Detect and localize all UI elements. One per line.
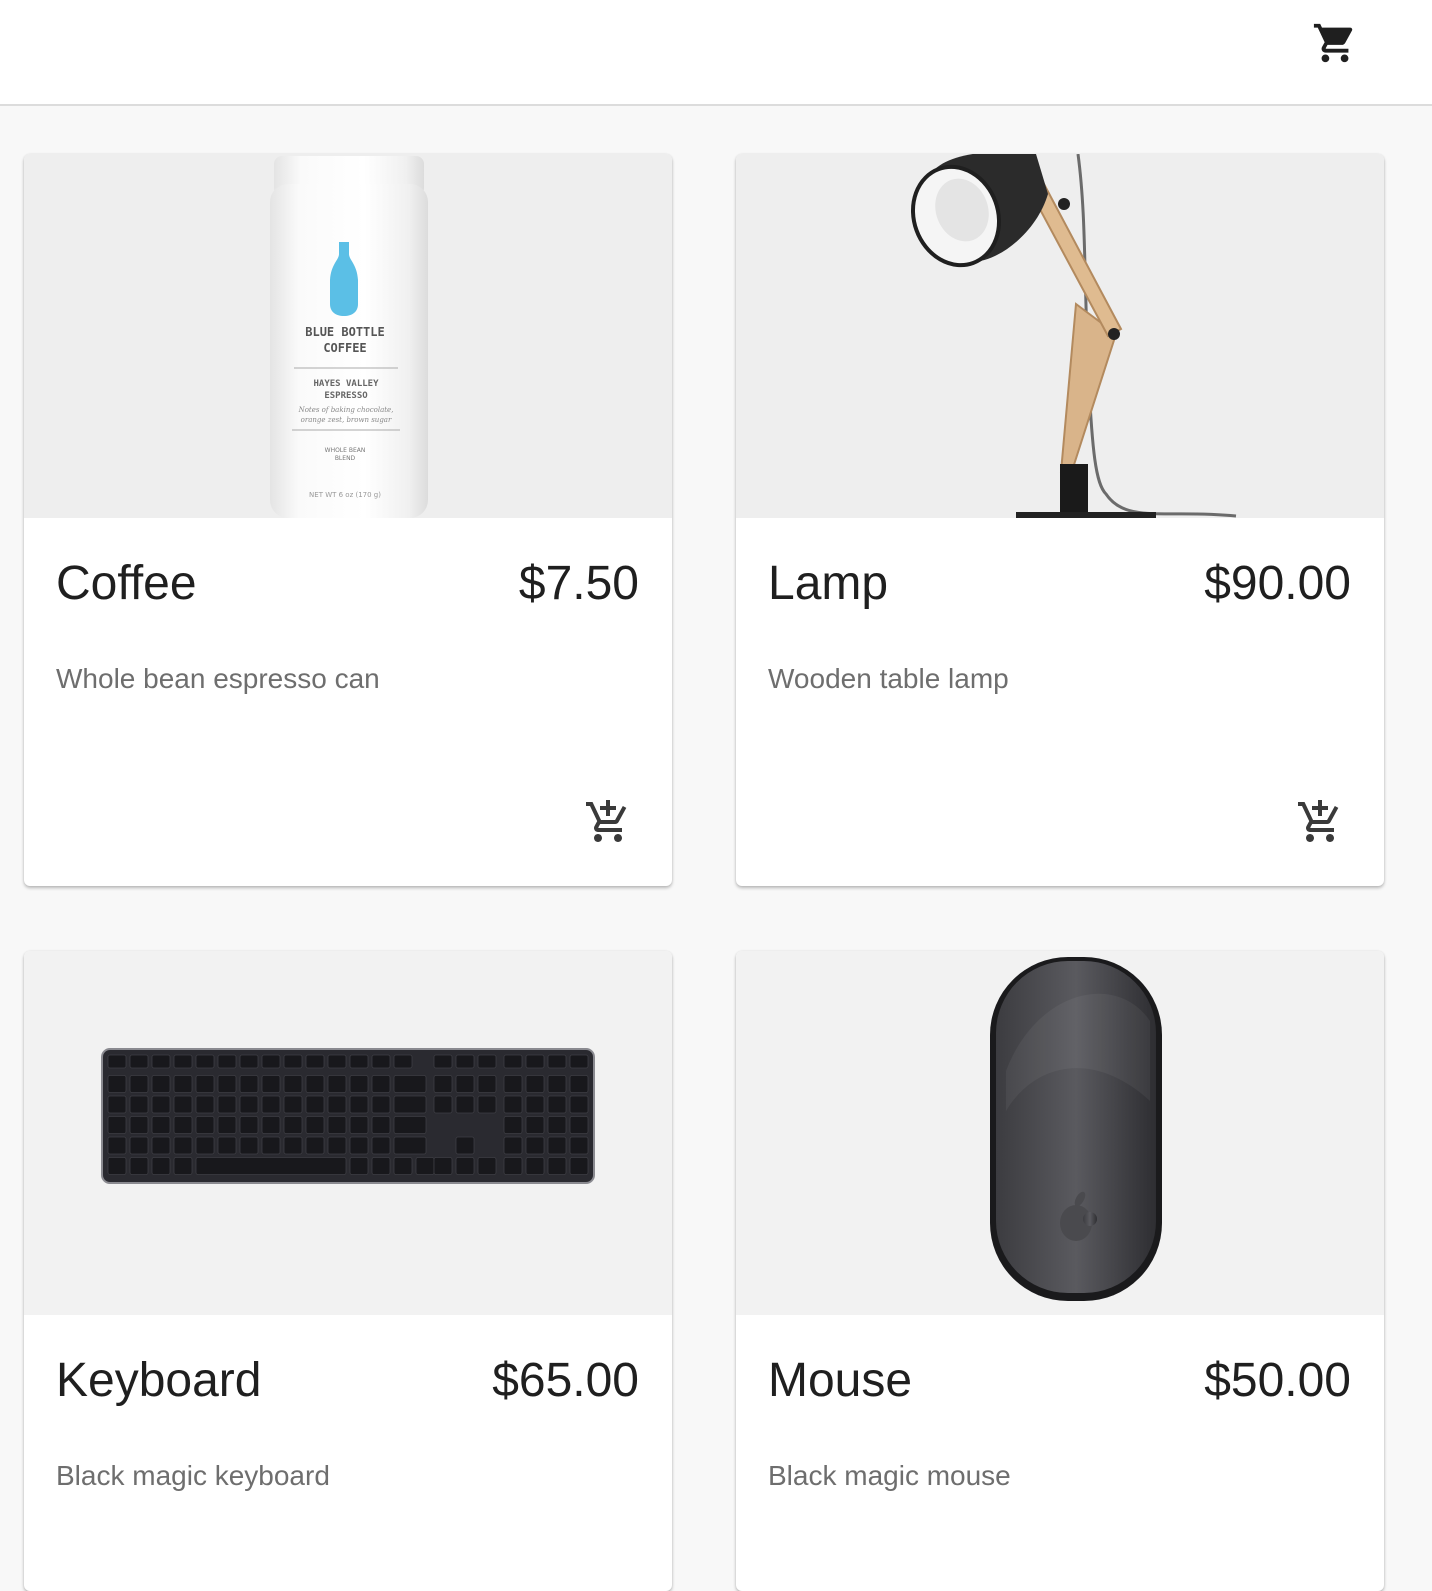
coffee-blend-text-2: ESPRESSO [324,391,368,401]
shopping-cart-icon [1313,23,1353,63]
add-to-cart-button[interactable] [580,794,636,850]
coffee-type-text-1: WHOLE BEAN [325,447,366,454]
product-image-coffee: BLUE BOTTLE COFFEE HAYES VALLEY ESPRESSO… [24,154,672,518]
coffee-blend-text-1: HAYES VALLEY [313,379,379,389]
product-name: Keyboard [56,1354,262,1407]
product-description: Whole bean espresso can [56,663,380,694]
product-description: Black magic mouse [768,1460,1011,1491]
coffee-weight-text: NET WT 6 oz (170 g) [309,491,381,499]
coffee-notes-text-1: Notes of baking chocolate, [298,406,394,414]
coffee-can-image: BLUE BOTTLE COFFEE HAYES VALLEY ESPRESSO… [270,156,428,518]
coffee-notes-text-2: orange zest, brown sugar [301,416,392,424]
coffee-brand-text-1: BLUE BOTTLE [305,325,384,339]
coffee-brand-text-2: COFFEE [323,341,366,355]
product-price: $90.00 [1204,557,1351,610]
cart-button[interactable] [1308,16,1362,70]
product-card-mouse: Mouse $50.00 Black magic mouse [736,951,1384,1591]
product-description: Wooden table lamp [768,663,1009,694]
add-shopping-cart-icon [1298,800,1339,842]
product-image-lamp [736,154,1384,518]
product-price: $50.00 [1204,1354,1351,1407]
app-header [0,0,1432,106]
product-image-mouse [736,951,1384,1315]
product-name: Lamp [768,557,889,610]
product-name: Coffee [56,557,197,610]
mouse-image [990,957,1162,1301]
product-description: Black magic keyboard [56,1460,330,1491]
product-price: $7.50 [518,557,639,610]
product-card-lamp: Lamp $90.00 Wooden table lamp [736,154,1384,886]
product-price: $65.00 [492,1354,639,1407]
coffee-type-text-2: BLEND [335,455,356,462]
product-card-keyboard: Keyboard $65.00 Black magic keyboard [24,951,672,1591]
add-to-cart-button[interactable] [1292,794,1348,850]
product-card-coffee: BLUE BOTTLE COFFEE HAYES VALLEY ESPRESSO… [24,154,672,886]
desk-lamp-image [910,154,1237,518]
add-shopping-cart-icon [586,800,627,842]
product-name: Mouse [768,1354,913,1407]
keyboard-image [101,1048,595,1184]
product-image-keyboard [24,951,672,1315]
